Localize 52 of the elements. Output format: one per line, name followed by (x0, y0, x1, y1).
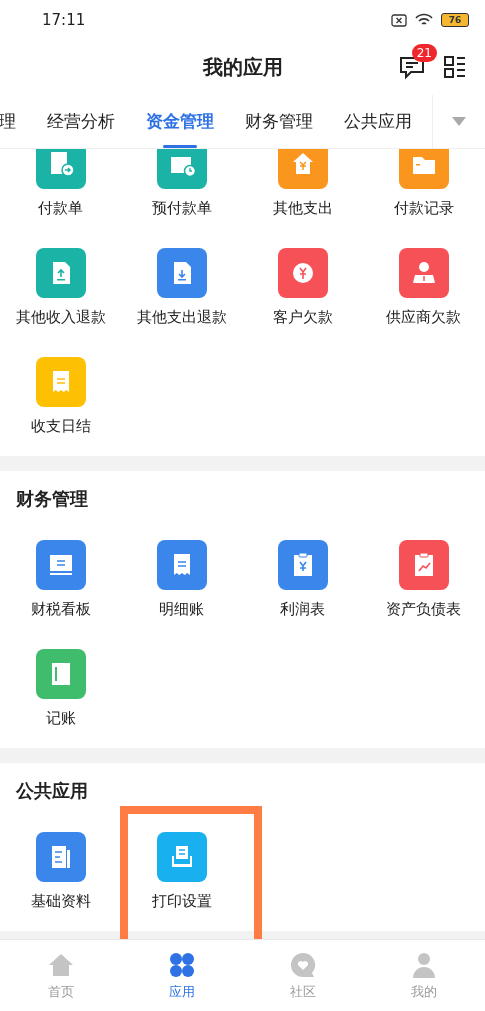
category-tab[interactable]: 财务管理 (245, 95, 313, 148)
app-tile[interactable] (277, 540, 328, 590)
wifi-icon (415, 13, 433, 27)
app-tile[interactable] (35, 248, 86, 298)
app-label: 其他支出退款 (136, 308, 227, 327)
app-label: 收支日结 (30, 417, 91, 436)
nav-tab[interactable]: 社区 (242, 940, 364, 1011)
app-tile[interactable] (398, 149, 449, 189)
category-tab[interactable]: 公共应用 (344, 95, 412, 148)
app-tile[interactable] (35, 357, 86, 407)
app-label: 资产负债表 (386, 600, 461, 619)
app-label: 付款记录 (393, 199, 454, 218)
four-leaf-icon (167, 950, 196, 979)
app-tile[interactable] (398, 540, 449, 590)
section-title: 公共应用 (15, 779, 89, 803)
app-label: 预付款单 (151, 199, 212, 218)
nav-tab[interactable]: 我的 (363, 940, 485, 1011)
app-tile[interactable] (156, 540, 207, 590)
app-label: 付款单 (38, 199, 83, 218)
app-label: 财税看板 (30, 600, 91, 619)
page-title: 我的应用 (202, 54, 283, 81)
app-tile[interactable] (156, 248, 207, 298)
app-label: 打印设置 (151, 892, 212, 911)
category-tab[interactable]: 资金管理 (146, 95, 214, 148)
app-tile[interactable] (35, 832, 86, 882)
app-label: 客户欠款 (272, 308, 333, 327)
app-tile[interactable] (277, 149, 328, 189)
app-tile[interactable] (398, 248, 449, 298)
battery-level: 76 (441, 13, 469, 27)
app-tile[interactable] (35, 649, 86, 699)
dropdown-caret-icon[interactable] (452, 117, 466, 126)
app-label: 其他收入退款 (15, 308, 106, 327)
app-label: 记账 (45, 709, 76, 728)
heart-bubble-icon (289, 950, 318, 979)
grid-layout-icon[interactable] (443, 55, 467, 79)
app-tile[interactable] (277, 248, 328, 298)
app-label: 明细账 (159, 600, 204, 619)
app-tile[interactable] (156, 832, 207, 882)
app-label: 其他支出 (272, 199, 333, 218)
app-tile[interactable] (35, 540, 86, 590)
status-time: 17:11 (42, 11, 86, 29)
nav-tab[interactable]: 应用 (121, 940, 243, 1011)
app-tile[interactable] (35, 149, 86, 189)
app-label: 基础资料 (30, 892, 91, 911)
app-tile[interactable] (156, 149, 207, 189)
unread-badge: 21 (411, 44, 437, 62)
app-label: 利润表 (280, 600, 325, 619)
app-label: 供应商欠款 (386, 308, 461, 327)
nav-tab[interactable]: 首页 (0, 940, 122, 1011)
sim-off-icon (391, 13, 407, 27)
section-title: 财务管理 (15, 487, 89, 511)
category-tab[interactable]: 经营分析 (47, 95, 115, 148)
